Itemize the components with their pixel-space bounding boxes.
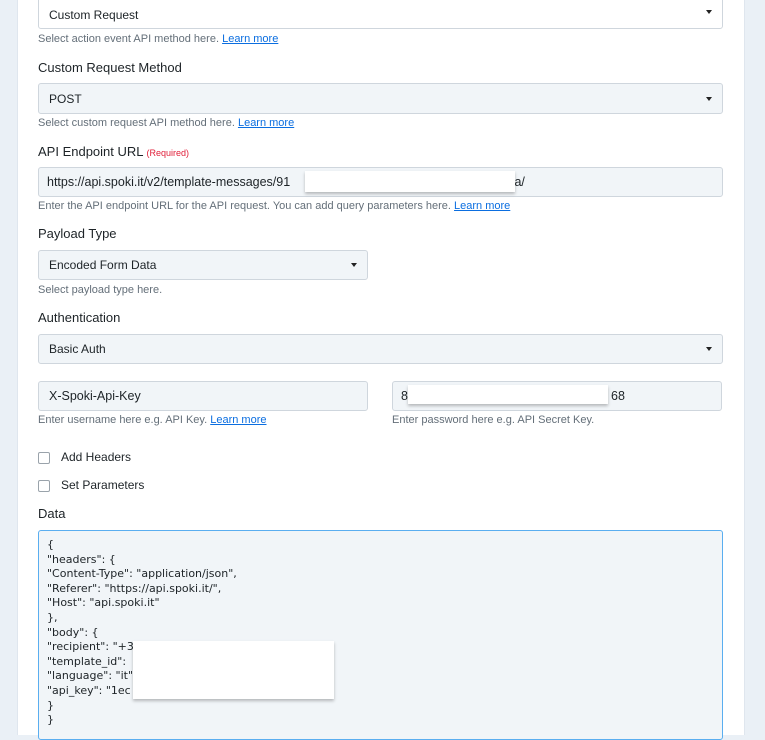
data-textarea[interactable]: { "headers": { "Content-Type": "applicat… [38,530,723,740]
payload-type-select[interactable]: Encoded Form Data [38,250,368,280]
username-help: Enter username here e.g. API Key. Learn … [38,414,267,426]
add-headers-checkbox[interactable] [38,452,50,464]
password-value-end: 68 [611,389,625,403]
learn-more-link[interactable]: Learn more [222,33,278,45]
endpoint-label: API Endpoint URL (Required) [38,144,189,159]
payload-type-help: Select payload type here. [38,284,163,296]
authentication-select[interactable]: Basic Auth [38,334,723,364]
authentication-label: Authentication [38,310,121,325]
learn-more-link[interactable]: Learn more [238,117,294,129]
authentication-value: Basic Auth [49,342,106,356]
help-text: Enter the API endpoint URL for the API r… [38,200,451,212]
chevron-down-icon [706,96,712,101]
request-method-select[interactable]: POST [38,83,723,114]
redaction-box [408,385,608,404]
endpoint-value-start: https://api.spoki.it/v2/template-message… [47,175,291,189]
action-event-value: Custom Request [49,7,139,22]
password-value-start: 8 [401,389,408,403]
username-value: X-Spoki-Api-Key [49,389,141,403]
redaction-box [305,171,515,192]
username-input[interactable]: X-Spoki-Api-Key [38,381,368,411]
chevron-down-icon [706,347,712,351]
help-text: Select action event API method here. [38,33,220,45]
help-text: Enter username here e.g. API Key. [38,414,208,426]
required-marker: (Required) [146,148,190,158]
help-text: Select custom request API method here. [38,117,235,129]
request-method-help: Select custom request API method here. L… [38,117,294,129]
payload-type-value: Encoded Form Data [49,258,157,272]
chevron-down-icon [706,9,712,14]
request-method-label: Custom Request Method [38,60,182,75]
data-label: Data [38,506,66,521]
redaction-box [133,641,334,699]
endpoint-label-text: API Endpoint URL [38,144,144,159]
request-method-value: POST [49,91,82,106]
learn-more-link[interactable]: Learn more [454,200,510,212]
learn-more-link[interactable]: Learn more [210,414,266,426]
payload-type-label: Payload Type [38,226,117,241]
add-headers-label: Add Headers [61,450,132,464]
password-help: Enter password here e.g. API Secret Key. [392,414,595,426]
action-event-help: Select action event API method here. Lea… [38,33,278,45]
endpoint-help: Enter the API endpoint URL for the API r… [38,200,510,212]
set-parameters-label: Set Parameters [61,478,145,492]
action-event-select[interactable]: Custom Request [38,0,723,29]
chevron-down-icon [351,263,357,267]
set-parameters-checkbox[interactable] [38,480,50,492]
